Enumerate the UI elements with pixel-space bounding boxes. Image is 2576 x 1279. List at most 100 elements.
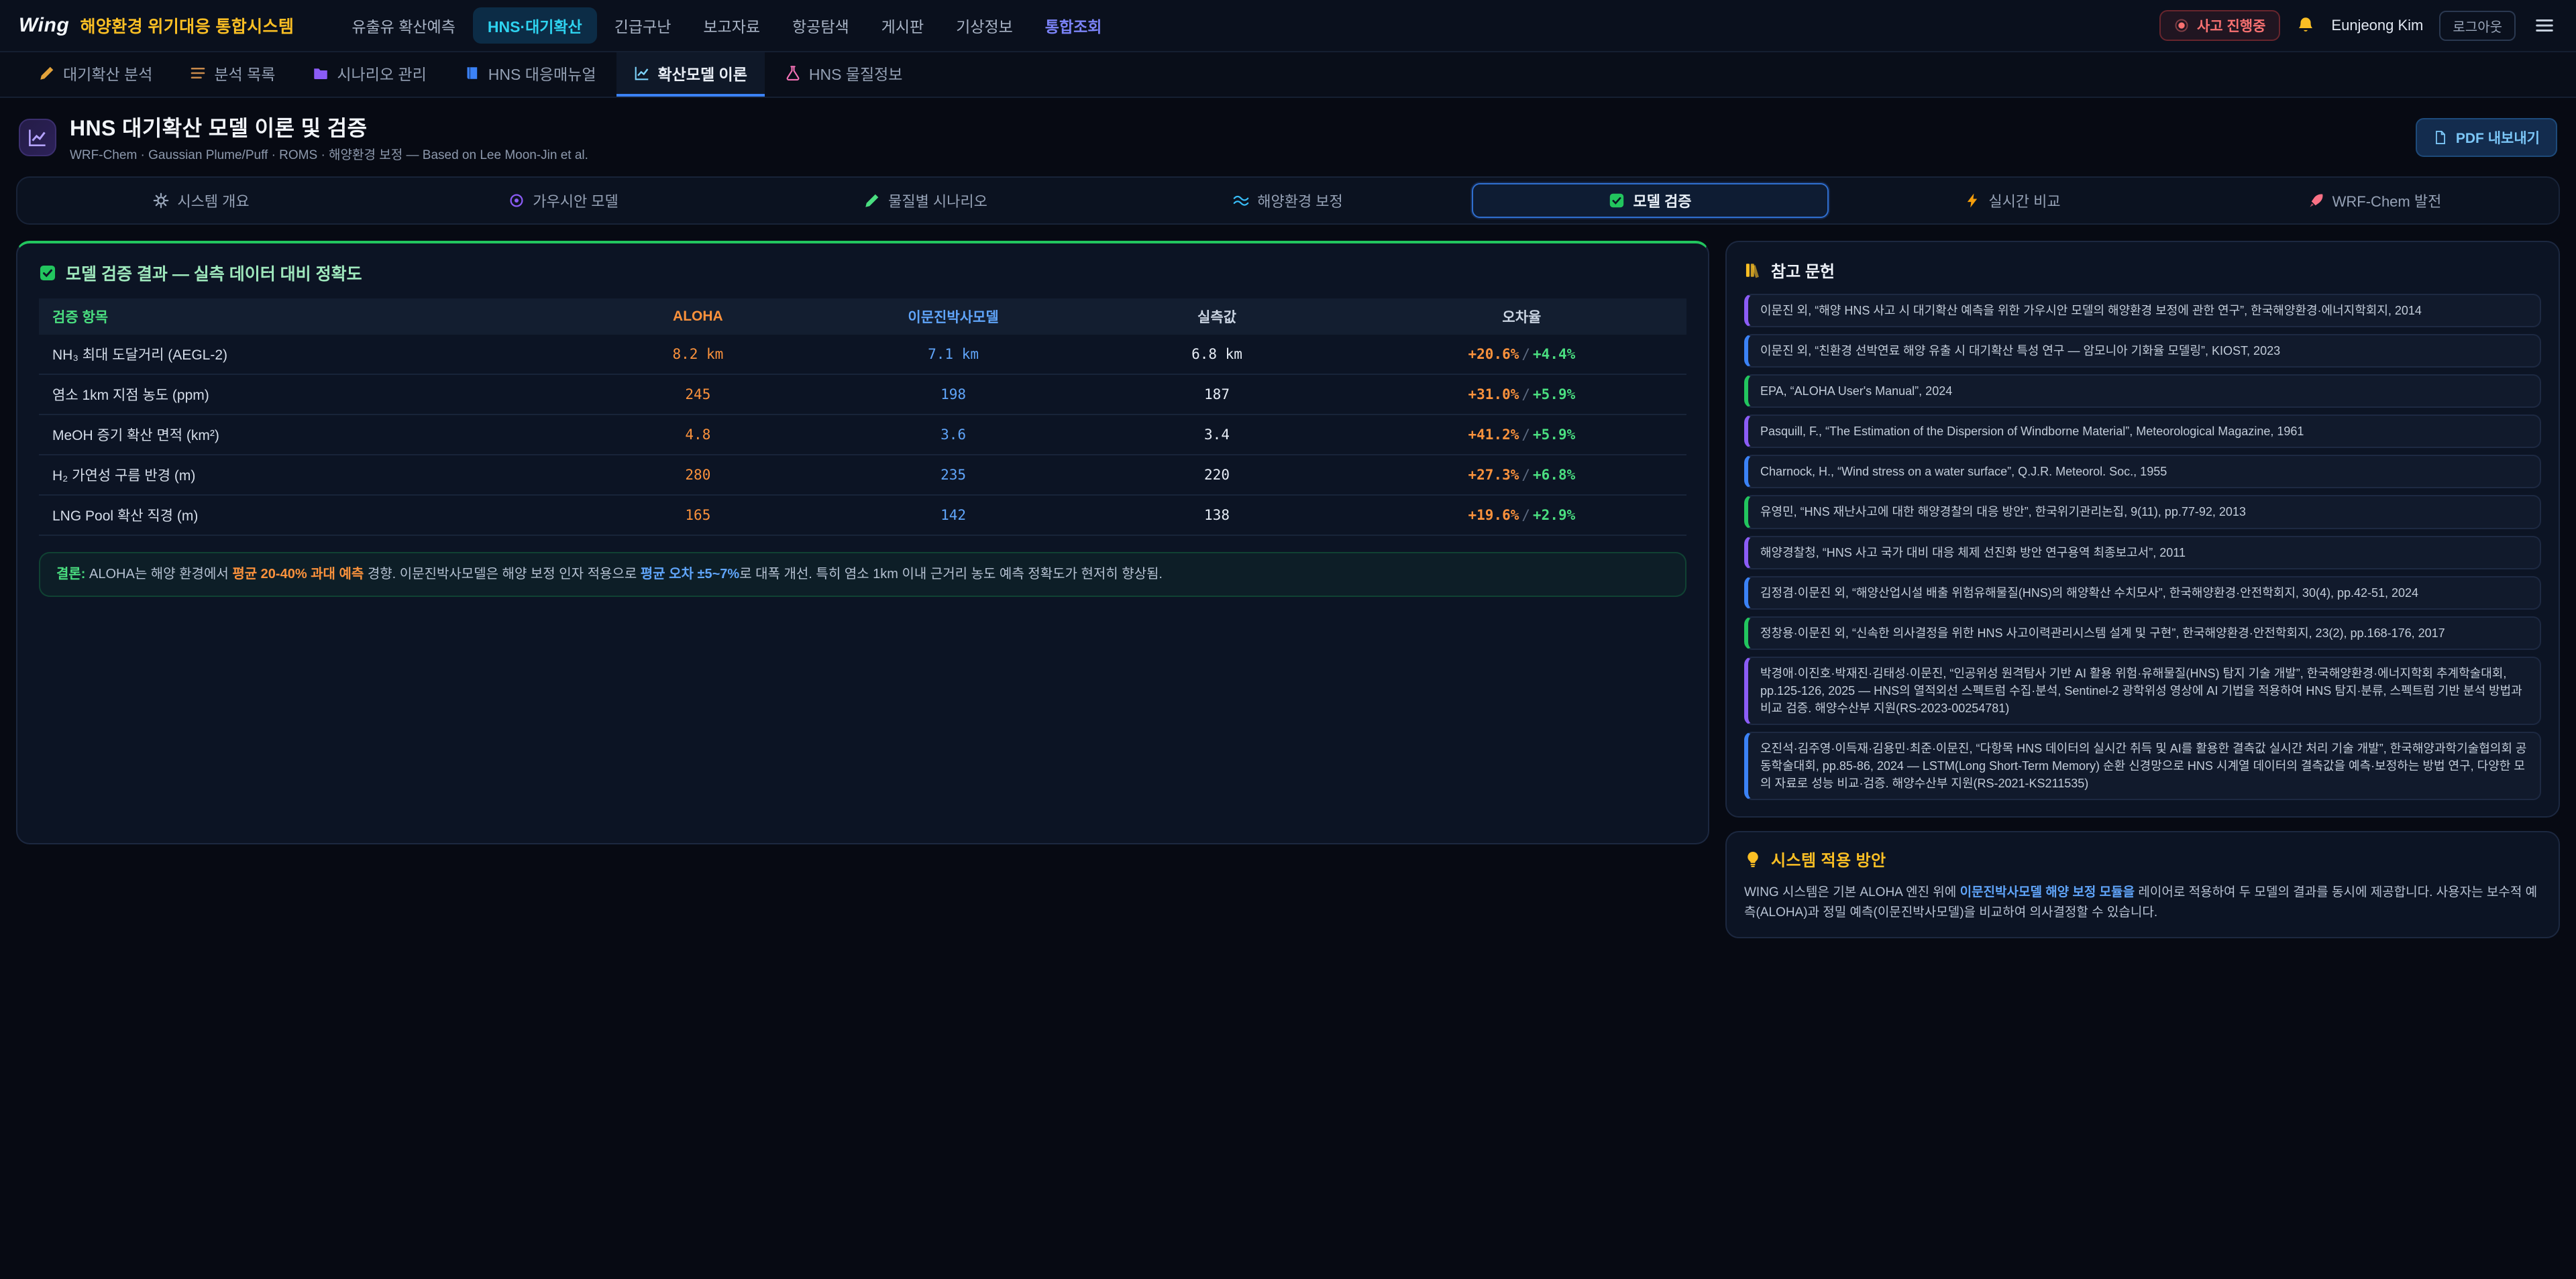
subtab-dispersion-model-theory[interactable]: 확산모델 이론 (616, 52, 765, 97)
tab-system-overview[interactable]: 시스템 개요 (23, 183, 380, 218)
tab-wrf-chem-advancement[interactable]: WRF-Chem 발전 (2196, 183, 2553, 218)
subtab-label: 대기확산 분석 (63, 62, 152, 85)
page-icon (19, 119, 56, 156)
nav-item-aerial-search[interactable]: 항공탐색 (777, 7, 864, 44)
conclusion-highlight-error-range: 평균 오차 ±5~7% (641, 567, 739, 581)
aloha-value: 4.8 (566, 414, 830, 455)
tab-label: 물질별 시나리오 (888, 190, 987, 211)
chart-icon (28, 127, 48, 148)
model-value: 3.6 (830, 414, 1077, 455)
main-nav: 유출유 확산예측 HNS·대기확산 긴급구난 보고자료 항공탐색 게시판 기상정… (337, 7, 1116, 44)
application-highlight-module: 이문진박사모델 해양 보정 모듈을 (1960, 885, 2135, 899)
tab-marine-correction[interactable]: 해양환경 보정 (1110, 183, 1466, 218)
reference-list: 이문진 외, “해양 HNS 사고 시 대기확산 예측을 위한 가우시안 모델의… (1744, 294, 2541, 800)
metric-name: NH₃ 최대 도달거리 (AEGL-2) (39, 335, 566, 374)
aloha-error: +31.0% (1468, 386, 1519, 402)
col-header-model: 이문진박사모델 (830, 298, 1077, 335)
aloha-value: 280 (566, 455, 830, 495)
notification-bell-button[interactable] (2296, 16, 2315, 35)
error-separator: / (1519, 467, 1533, 483)
topbar-right: 사고 진행중 Eunjeong Kim 로그아웃 (2159, 10, 2557, 41)
tab-gaussian-model[interactable]: 가우시안 모델 (385, 183, 742, 218)
tab-realtime-comparison[interactable]: 실시간 비교 (1834, 183, 2191, 218)
error-separator: / (1519, 427, 1533, 443)
subtab-hns-response-manual[interactable]: HNS 대응매뉴얼 (447, 52, 614, 97)
books-icon (1744, 262, 1762, 279)
incident-status-badge[interactable]: 사고 진행중 (2159, 10, 2280, 41)
reference-item: 유영민, “HNS 재난사고에 대한 해양경찰의 대응 방안”, 한국위기관리논… (1744, 495, 2541, 529)
measured-value: 6.8 km (1077, 335, 1357, 374)
tab-label: 모델 검증 (1633, 190, 1691, 211)
tab-label: 실시간 비교 (1988, 190, 2060, 211)
references-card: 참고 문헌 이문진 외, “해양 HNS 사고 시 대기확산 예측을 위한 가우… (1725, 241, 2560, 818)
lightbulb-icon (1744, 850, 1762, 868)
metric-name: H₂ 가연성 구름 반경 (m) (39, 455, 566, 495)
subtab-hns-substance-info[interactable]: HNS 물질정보 (767, 52, 920, 97)
model-value: 235 (830, 455, 1077, 495)
metric-name: MeOH 증기 확산 면적 (km²) (39, 414, 566, 455)
metric-name: 염소 1km 지점 농도 (ppm) (39, 374, 566, 414)
gear-icon (153, 192, 169, 209)
model-error: +6.8% (1533, 467, 1575, 483)
reference-item: Charnock, H., “Wind stress on a water su… (1744, 455, 2541, 488)
user-name: Eunjeong Kim (2331, 17, 2423, 34)
error-rate: +27.3%/+6.8% (1357, 455, 1686, 495)
nav-item-integrated-search[interactable]: 통합조회 (1030, 7, 1117, 44)
brand[interactable]: Wing 해양환경 위기대응 통합시스템 (19, 13, 294, 38)
model-value: 142 (830, 495, 1077, 535)
measured-value: 138 (1077, 495, 1357, 535)
aloha-error: +19.6% (1468, 507, 1519, 523)
chart-icon (634, 65, 650, 81)
target-icon (508, 192, 525, 209)
validation-title-text: 모델 검증 결과 — 실측 데이터 대비 정확도 (66, 261, 362, 285)
aloha-value: 165 (566, 495, 830, 535)
nav-item-emergency-rescue[interactable]: 긴급구난 (600, 7, 686, 44)
aloha-error: +27.3% (1468, 467, 1519, 483)
reference-item: 오진석·김주영·이득재·김용민·최준·이문진, “다항목 HNS 데이터의 실시… (1744, 732, 2541, 800)
nav-item-weather-info[interactable]: 기상정보 (941, 7, 1028, 44)
subtab-analysis-list[interactable]: 분석 목록 (172, 52, 292, 97)
model-error: +5.9% (1533, 427, 1575, 443)
rocket-icon (2308, 192, 2324, 209)
table-header-row: 검증 항목 ALOHA 이문진박사모델 실측값 오차율 (39, 298, 1686, 335)
error-rate: +31.0%/+5.9% (1357, 374, 1686, 414)
book-icon (464, 65, 480, 81)
model-error: +5.9% (1533, 386, 1575, 402)
nav-item-reports[interactable]: 보고자료 (688, 7, 775, 44)
table-row: NH₃ 최대 도달거리 (AEGL-2) 8.2 km 7.1 km 6.8 k… (39, 335, 1686, 374)
nav-item-board[interactable]: 게시판 (867, 7, 938, 44)
app-title: 해양환경 위기대응 통합시스템 (80, 13, 294, 38)
pdf-export-button[interactable]: PDF 내보내기 (2416, 118, 2557, 157)
reference-item: 김정겸·이문진 외, “해양산업시설 배출 위험유해물질(HNS)의 해양확산 … (1744, 576, 2541, 610)
tab-label: 시스템 개요 (177, 190, 249, 211)
tab-label: 가우시안 모델 (533, 190, 619, 211)
menu-button[interactable] (2532, 13, 2557, 38)
table-row: MeOH 증기 확산 면적 (km²) 4.8 3.6 3.4 +41.2%/+… (39, 414, 1686, 455)
conclusion-text: 로 대폭 개선. 특히 염소 1km 이내 근거리 농도 예측 정확도가 현저히… (739, 567, 1163, 581)
col-header-error: 오차율 (1357, 298, 1686, 335)
nav-item-oil-spill-prediction[interactable]: 유출유 확산예측 (337, 7, 470, 44)
validation-card-title: 모델 검증 결과 — 실측 데이터 대비 정확도 (39, 261, 1686, 285)
subtab-label: HNS 대응매뉴얼 (488, 62, 596, 85)
tab-model-validation[interactable]: 모델 검증 (1472, 183, 1829, 218)
error-rate: +20.6%/+4.4% (1357, 335, 1686, 374)
reference-item: 이문진 외, “친환경 선박연료 해양 유출 시 대기확산 특성 연구 — 암모… (1744, 334, 2541, 368)
subtab-dispersion-analysis[interactable]: 대기확산 분석 (21, 52, 170, 97)
measured-value: 187 (1077, 374, 1357, 414)
aloha-value: 8.2 km (566, 335, 830, 374)
validation-table: 검증 항목 ALOHA 이문진박사모델 실측값 오차율 NH₃ 최대 도달거리 … (39, 298, 1686, 536)
subtab-scenario-management[interactable]: 시나리오 관리 (295, 52, 443, 97)
model-value: 198 (830, 374, 1077, 414)
error-separator: / (1519, 386, 1533, 402)
right-sidebar: 참고 문헌 이문진 외, “해양 HNS 사고 시 대기확산 예측을 위한 가우… (1725, 241, 2560, 938)
nav-item-hns-atmospheric[interactable]: HNS·대기확산 (473, 7, 597, 44)
pdf-export-label: PDF 내보내기 (2456, 127, 2540, 148)
logout-button[interactable]: 로그아웃 (2439, 11, 2516, 41)
bell-icon (2296, 16, 2315, 35)
tab-label: 해양환경 보정 (1257, 190, 1343, 211)
subtab-label: 시나리오 관리 (337, 62, 426, 85)
reference-item: EPA, “ALOHA User's Manual”, 2024 (1744, 374, 2541, 408)
model-value: 7.1 km (830, 335, 1077, 374)
tab-substance-scenarios[interactable]: 물질별 시나리오 (747, 183, 1104, 218)
incident-badge-label: 사고 진행중 (2197, 15, 2265, 36)
